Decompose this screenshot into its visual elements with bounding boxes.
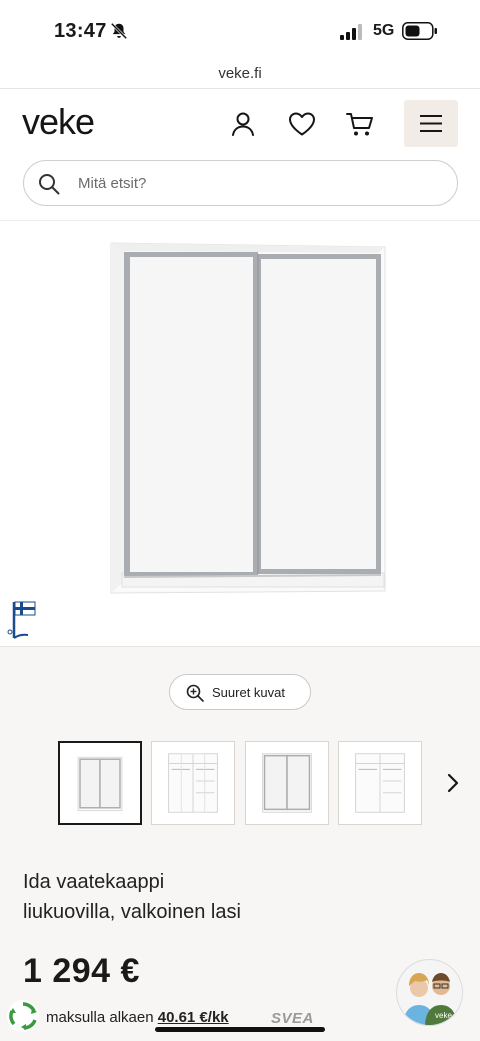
- status-time: 13:47: [54, 20, 107, 42]
- heart-icon[interactable]: [287, 109, 317, 139]
- product-main-image[interactable]: [0, 221, 480, 646]
- wardrobe-image: [110, 242, 386, 594]
- search-icon: [39, 174, 60, 195]
- product-title: Ida vaatekaappi liukuovilla, valkoinen l…: [23, 867, 353, 927]
- thumbnail-interior-image: [168, 753, 218, 813]
- site-header: veke: [0, 89, 480, 159]
- home-indicator[interactable]: [155, 1027, 325, 1032]
- menu-icon: [420, 115, 442, 132]
- financing-bar: maksulla alkaen 40.61 €/kk SVEA: [0, 996, 480, 1041]
- signal-bars-icon: [340, 24, 362, 40]
- veke-logo[interactable]: veke: [22, 101, 95, 143]
- thumbnail-1[interactable]: [58, 741, 142, 825]
- large-images-label: Suuret kuvat: [212, 684, 285, 700]
- thumbnail-4[interactable]: [338, 741, 422, 825]
- product-title-line-1: Ida vaatekaappi: [23, 871, 165, 893]
- thumbnail-3[interactable]: [245, 741, 329, 825]
- recycle-icon: [7, 1000, 39, 1032]
- zoom-in-icon: [186, 684, 204, 702]
- thumbnail-doors-image: [77, 756, 123, 812]
- thumbnail-interior-image: [355, 753, 405, 813]
- svea-logo: SVEA: [271, 1010, 314, 1027]
- menu-button[interactable]: [404, 100, 458, 147]
- url-text: veke.fi: [218, 65, 262, 82]
- installment-text: maksulla alkaen 40.61 €/kk: [46, 1009, 229, 1026]
- product-price: 1 294 €: [23, 952, 140, 990]
- search-input[interactable]: [78, 161, 438, 205]
- bell-slash-icon: [110, 22, 128, 40]
- chevron-right-icon[interactable]: [442, 770, 464, 796]
- installment-amount-link[interactable]: 40.61 €/kk: [158, 1009, 229, 1026]
- user-icon[interactable]: [228, 109, 258, 139]
- network-label: 5G: [373, 22, 395, 39]
- battery-icon: [402, 22, 437, 40]
- status-bar: 13:47 5G: [0, 0, 480, 60]
- product-title-line-2: liukuovilla, valkoinen lasi: [23, 901, 241, 923]
- cart-icon[interactable]: [345, 109, 375, 139]
- thumbnail-doors-image: [262, 753, 312, 813]
- finnish-design-flag-icon: [7, 601, 36, 639]
- installment-prefix: maksulla alkaen: [46, 1009, 154, 1026]
- thumbnail-2[interactable]: [151, 741, 235, 825]
- large-images-button[interactable]: Suuret kuvat: [169, 674, 311, 710]
- url-bar[interactable]: veke.fi: [0, 60, 480, 88]
- search-bar[interactable]: [23, 160, 458, 206]
